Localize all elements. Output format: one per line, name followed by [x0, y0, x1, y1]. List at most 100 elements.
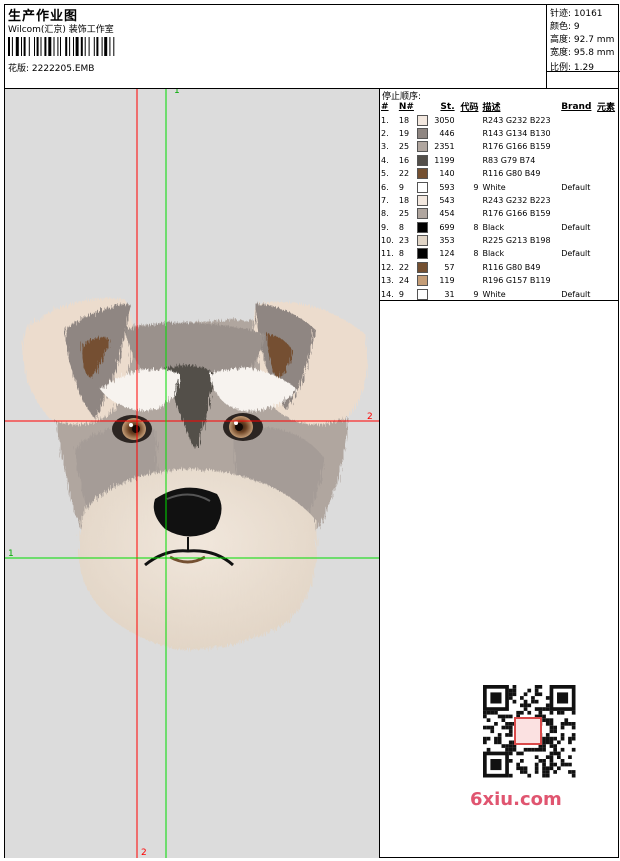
row-element [597, 113, 619, 126]
row-brand [561, 154, 597, 167]
color-swatch [416, 127, 428, 139]
row-num: 10. [381, 236, 394, 246]
row-desc: R243 G232 B223 [482, 115, 551, 125]
guide-label-v1: 1 [174, 89, 180, 96]
info-colors: 颜色: 9 [550, 19, 580, 32]
row-num: 4. [381, 155, 389, 165]
row-st: 140 [439, 169, 455, 179]
row-code [455, 167, 479, 180]
row-code: 8 [473, 222, 479, 232]
col-element: 元素 [597, 103, 616, 114]
info-label: 高度: [550, 35, 574, 45]
row-brand [561, 167, 597, 180]
row-st: 3050 [434, 115, 455, 125]
pattern-label: 花版: [8, 64, 32, 74]
row-element [597, 261, 619, 274]
row-brand [561, 127, 597, 140]
table-row: 4. 16 1199 R83 G79 B74 [381, 154, 619, 167]
row-no: 23 [398, 236, 410, 246]
color-swatch [416, 168, 428, 180]
row-element [597, 221, 619, 234]
row-code [455, 154, 479, 167]
row-swatch [416, 207, 431, 220]
row-st: 57 [444, 262, 455, 272]
table-row: 11. 8 124 8 Black Default [381, 247, 619, 260]
row-brand [561, 234, 597, 247]
row-brand [561, 274, 597, 287]
info-panel: 针迹: 10161 颜色: 9 高度: 92.7 mm 宽度: 95.8 mm … [546, 4, 620, 88]
row-swatch [416, 221, 431, 234]
row-code [455, 127, 479, 140]
color-swatch [416, 288, 428, 300]
row-swatch [416, 247, 431, 260]
row-code: 9 [473, 182, 479, 192]
row-no: 18 [398, 115, 410, 125]
row-desc: R116 G80 B49 [482, 262, 541, 272]
row-swatch [416, 180, 431, 193]
row-num: 1. [381, 115, 389, 125]
info-value: 9 [573, 22, 580, 32]
row-num: 2. [381, 128, 389, 138]
row-brand: Default [561, 182, 591, 192]
row-code [455, 194, 479, 207]
col-st: St. [440, 101, 455, 112]
info-width: 宽度: 95.8 mm [550, 45, 614, 58]
color-swatch [416, 141, 428, 153]
row-brand: Default [561, 249, 591, 259]
row-no: 24 [398, 276, 410, 286]
col-desc: 描述 [482, 103, 501, 114]
row-swatch [416, 234, 431, 247]
row-desc: Black [482, 222, 505, 232]
info-value: 10161 [573, 9, 603, 19]
row-element [597, 127, 619, 140]
row-desc: R176 G166 B159 [482, 209, 551, 219]
col-no: N# [398, 101, 414, 112]
info-value: 92.7 mm [573, 35, 615, 45]
row-desc: R176 G166 B159 [482, 142, 551, 152]
row-code [455, 261, 479, 274]
table-row: 8. 25 454 R176 G166 B159 [381, 207, 619, 220]
row-element [597, 287, 619, 300]
row-num: 9. [381, 222, 389, 232]
table-bottom-divider [380, 300, 619, 301]
color-swatch [416, 221, 428, 233]
row-no: 8 [398, 222, 404, 232]
row-st: 124 [439, 249, 455, 259]
row-swatch [416, 127, 431, 140]
qr-code-image [471, 681, 586, 782]
row-st: 353 [439, 236, 455, 246]
row-desc: R225 G213 B198 [482, 236, 551, 246]
info-label: 针迹: [550, 9, 574, 19]
col-code: 代码 [460, 103, 479, 114]
row-num: 13. [381, 276, 394, 286]
dog-embroidery-image [5, 89, 379, 858]
info-scale: 比例: 1.29 [550, 60, 594, 73]
color-swatch [416, 114, 428, 126]
row-st: 543 [439, 195, 455, 205]
row-no: 9 [398, 289, 404, 299]
pattern-file: 花版: 2222205.EMB [8, 61, 94, 74]
row-num: 6. [381, 182, 389, 192]
col-brand: Brand [561, 101, 592, 112]
color-swatch [416, 194, 428, 206]
color-table: # N# St. 代码 描述 Brand 元素 1. 18 3050 R243 G23… [381, 100, 619, 301]
row-num: 7. [381, 195, 389, 205]
row-element [597, 194, 619, 207]
row-desc: R143 G134 B130 [482, 128, 551, 138]
info-label: 颜色: [550, 22, 574, 32]
row-element [597, 140, 619, 153]
row-num: 14. [381, 289, 394, 299]
row-desc: R83 G79 B74 [482, 155, 536, 165]
row-no: 25 [398, 209, 410, 219]
row-desc: White [482, 289, 506, 299]
info-height: 高度: 92.7 mm [550, 32, 614, 45]
row-no: 18 [398, 195, 410, 205]
guide-label-h1: 1 [8, 549, 14, 559]
pattern-value: 2222205.EMB [31, 64, 95, 74]
row-no: 16 [398, 155, 410, 165]
table-row: 10. 23 353 R225 G213 B198 [381, 234, 619, 247]
table-row: 13. 24 119 R196 G157 B119 [381, 274, 619, 287]
row-st: 593 [439, 182, 455, 192]
guide-label-v2: 2 [141, 848, 147, 858]
row-swatch [416, 113, 431, 126]
